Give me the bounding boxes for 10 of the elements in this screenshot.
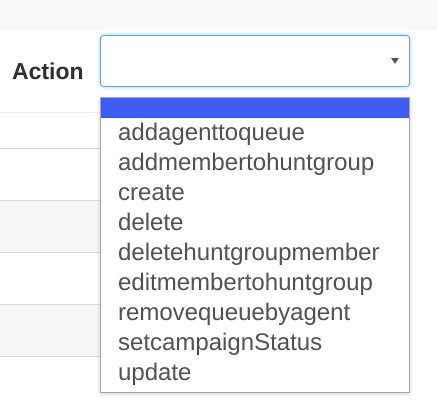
- dropdown-option[interactable]: addmembertohuntgroup: [101, 148, 409, 178]
- dropdown-option[interactable]: create: [101, 178, 409, 208]
- dropdown-option[interactable]: addagenttoqueue: [101, 118, 409, 148]
- dropdown-option[interactable]: editmembertohuntgroup: [101, 268, 409, 298]
- dropdown-option[interactable]: removequeuebyagent: [101, 298, 409, 328]
- dropdown-option[interactable]: setcampaignStatus: [101, 328, 409, 358]
- dropdown-option[interactable]: deletehuntgroupmember: [101, 238, 409, 268]
- dropdown-option[interactable]: delete: [101, 208, 409, 238]
- field-label: Action: [12, 56, 85, 86]
- dropdown-option[interactable]: update: [101, 358, 409, 388]
